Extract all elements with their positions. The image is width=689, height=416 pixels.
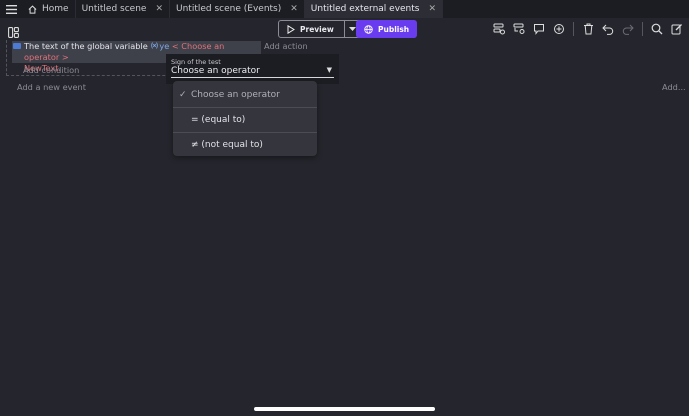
undo-button[interactable] — [600, 21, 616, 37]
operator-selected-value: Choose an operator — [171, 66, 260, 76]
add-comment-button[interactable] — [531, 21, 547, 37]
undo-icon — [602, 24, 614, 35]
chevron-down-icon — [348, 27, 356, 31]
comment-icon — [534, 24, 544, 35]
delete-button[interactable] — [580, 21, 596, 37]
preview-label: Preview — [300, 24, 334, 34]
edit-events-button[interactable] — [669, 21, 685, 37]
add-subevent-icon — [513, 23, 525, 34]
edit-icon — [671, 24, 682, 35]
menu-divider — [173, 132, 317, 133]
add-condition-link[interactable]: Add condition — [23, 65, 79, 75]
add-action-link[interactable]: Add action — [264, 41, 308, 51]
globe-icon — [364, 24, 373, 34]
add-new-event-link[interactable]: Add a new event — [17, 82, 86, 92]
tab-untitled-external-events[interactable]: Untitled external events ✕ — [304, 0, 444, 18]
plus-circle-icon — [554, 24, 564, 34]
add-subevent-button[interactable] — [511, 21, 527, 37]
home-icon — [28, 4, 37, 14]
publish-button[interactable]: Publish — [356, 20, 418, 38]
event-tools — [491, 21, 685, 37]
variable-icon — [151, 42, 159, 49]
play-icon — [287, 24, 295, 34]
menu-divider — [173, 107, 317, 108]
operator-dropdown-menu: ✓ Choose an operator = (equal to) ≠ (not… — [173, 81, 317, 156]
checkmark-icon: ✓ — [179, 90, 187, 100]
tab-untitled-scene[interactable]: Untitled scene ✕ — [76, 0, 171, 18]
variable-condition-icon — [13, 43, 21, 49]
add-other-button[interactable] — [551, 21, 567, 37]
close-icon[interactable]: ✕ — [290, 4, 298, 14]
tab-label: Untitled external events — [310, 4, 420, 14]
preview-button[interactable]: Preview — [279, 21, 344, 37]
tab-home[interactable]: Home — [22, 0, 76, 18]
home-indicator[interactable] — [254, 407, 435, 411]
option-label: ≠ (not equal to) — [191, 140, 263, 150]
chevron-down-icon: ▼ — [326, 66, 332, 74]
operator-select-field[interactable]: Sign of the test Choose an operator ▼ — [166, 54, 339, 84]
tab-label: Home — [42, 4, 69, 14]
toolbar-divider — [573, 22, 574, 36]
variable-chip[interactable]: ye — [150, 41, 172, 51]
toolbar-divider — [642, 22, 643, 36]
preview-button-group: Preview — [278, 20, 361, 38]
publish-label: Publish — [378, 24, 410, 34]
operator-option-choose[interactable]: ✓ Choose an operator — [173, 85, 317, 105]
variable-name: ye — [159, 41, 170, 51]
operator-option-not-equal[interactable]: ≠ (not equal to) — [173, 135, 317, 155]
close-icon[interactable]: ✕ — [155, 4, 163, 14]
tab-label: Untitled scene — [81, 4, 147, 14]
redo-button[interactable] — [620, 21, 636, 37]
search-icon — [651, 23, 663, 35]
operator-field-label: Sign of the test — [171, 58, 221, 66]
toolbar: Preview Publish — [0, 18, 689, 40]
trash-icon — [583, 23, 593, 35]
operator-select[interactable]: Choose an operator ▼ — [171, 66, 334, 78]
search-button[interactable] — [649, 21, 665, 37]
operator-option-equal[interactable]: = (equal to) — [173, 110, 317, 130]
add-more-button[interactable]: Add... — [662, 82, 686, 92]
option-label: Choose an operator — [191, 90, 280, 100]
tab-bar: Home Untitled scene ✕ Untitled scene (Ev… — [0, 0, 689, 18]
add-event-button[interactable] — [491, 21, 507, 37]
close-icon[interactable]: ✕ — [428, 4, 436, 14]
tab-untitled-scene-events[interactable]: Untitled scene (Events) ✕ — [170, 0, 305, 18]
option-label: = (equal to) — [191, 115, 246, 125]
add-event-icon — [493, 23, 505, 35]
hamburger-menu-button[interactable] — [0, 0, 22, 18]
menu-icon — [5, 4, 17, 14]
condition-text: The text of the global variable — [24, 41, 148, 51]
tab-label: Untitled scene (Events) — [176, 4, 282, 14]
redo-icon — [622, 24, 634, 35]
